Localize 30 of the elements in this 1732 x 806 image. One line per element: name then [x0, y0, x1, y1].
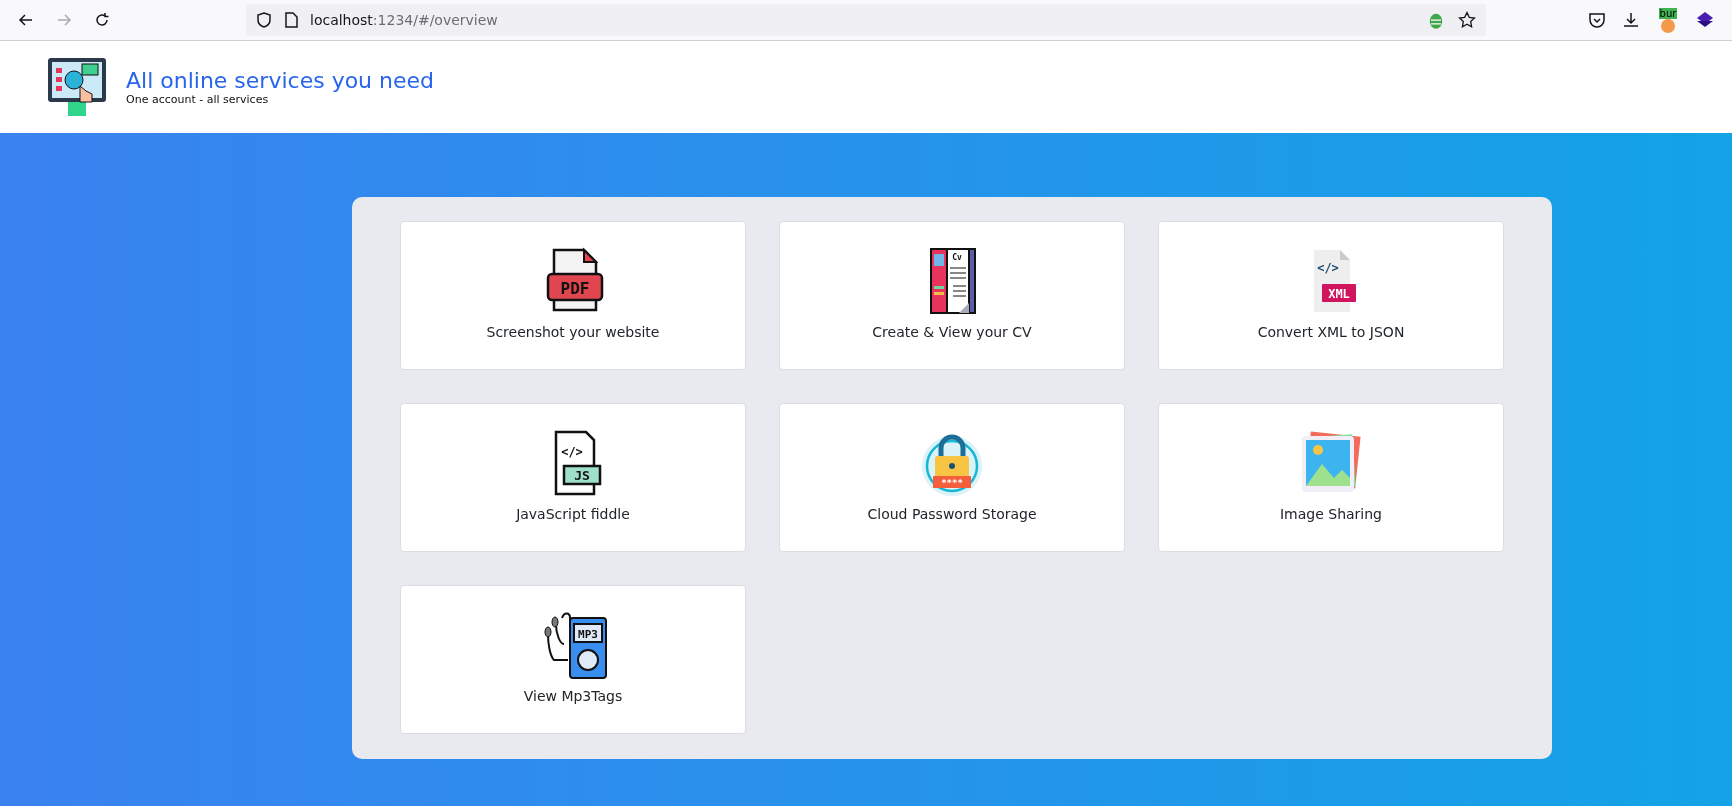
page-icon	[284, 12, 298, 28]
service-label: View Mp3Tags	[523, 688, 623, 704]
service-card[interactable]: </> JS JavaScript fiddle	[400, 403, 746, 552]
service-card[interactable]: **** Cloud Password Storage	[779, 403, 1125, 552]
service-card[interactable]: MP3 View Mp3Tags	[400, 585, 746, 734]
logo-icon	[46, 56, 108, 118]
extension-icon[interactable]	[1661, 18, 1675, 33]
download-icon[interactable]	[1622, 11, 1640, 29]
back-arrow-icon	[18, 12, 34, 28]
service-label: JavaScript fiddle	[516, 506, 630, 522]
service-card[interactable]: Cv Create & View your CV	[779, 221, 1125, 370]
service-card[interactable]: PDF Screenshot your website	[400, 221, 746, 370]
layers-icon[interactable]	[1696, 11, 1714, 29]
service-label: Cloud Password Storage	[867, 506, 1037, 522]
service-label: Create & View your CV	[872, 324, 1032, 340]
service-label: Convert XML to JSON	[1257, 324, 1405, 340]
page-subtitle: One account - all services	[126, 93, 270, 106]
url-text: localhost:1234/#/overview	[310, 12, 499, 28]
reload-icon	[94, 12, 110, 28]
service-card[interactable]: Image Sharing	[1158, 403, 1504, 552]
service-label: Image Sharing	[1279, 506, 1382, 522]
extension-badge: bur	[1658, 7, 1678, 19]
pocket-icon[interactable]	[1588, 11, 1606, 29]
service-card[interactable]: </> XML Convert XML to JSON	[1158, 221, 1504, 370]
address-bar[interactable]: localhost:1234/#/overview	[246, 4, 1486, 36]
service-label: Screenshot your website	[486, 324, 660, 340]
star-icon[interactable]	[1458, 11, 1476, 29]
forward-arrow-icon	[56, 12, 72, 28]
page-title: All online services you need	[126, 68, 435, 93]
shield-icon	[256, 12, 272, 28]
